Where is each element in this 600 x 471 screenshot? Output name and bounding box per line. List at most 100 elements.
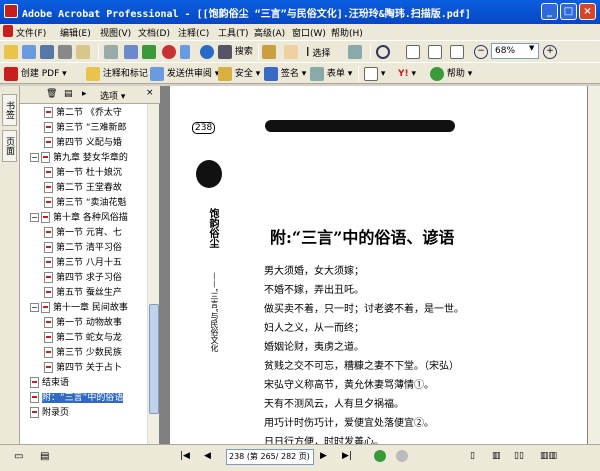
email-button[interactable] bbox=[76, 44, 90, 60]
trash-icon[interactable]: 🗑 bbox=[46, 89, 57, 99]
stop-button[interactable] bbox=[162, 44, 176, 60]
snapshot-button[interactable] bbox=[348, 44, 362, 60]
view-options-button[interactable]: ▾ bbox=[364, 66, 385, 82]
zoom-tool-button[interactable] bbox=[376, 44, 390, 60]
bookmark-item[interactable]: 第二节 清平习俗 bbox=[20, 241, 148, 256]
web-button[interactable] bbox=[200, 44, 214, 60]
scrollbar-thumb[interactable] bbox=[149, 304, 159, 414]
bookmark-item[interactable]: 第二节 《乔太守 bbox=[20, 106, 148, 121]
new-bookmark-icon[interactable]: ▤ bbox=[64, 89, 73, 99]
send-review-button[interactable]: 发送供审阅 ▾ bbox=[150, 66, 219, 82]
search-label: 搜索 bbox=[234, 47, 253, 57]
menu-comments[interactable]: 注释(C) bbox=[178, 26, 209, 39]
bookmark-item[interactable]: 第一节 动物故事 bbox=[20, 316, 148, 331]
bookmark-item[interactable]: 附录页 bbox=[20, 406, 148, 421]
open-button[interactable] bbox=[4, 44, 18, 60]
bookmark-item[interactable]: 结束语 bbox=[20, 376, 148, 391]
save-button[interactable] bbox=[40, 44, 54, 60]
expand-bookmark-icon[interactable]: ▸ bbox=[82, 89, 87, 99]
zoom-in-button[interactable]: + bbox=[543, 44, 557, 60]
close-panel-button[interactable]: × bbox=[146, 88, 154, 98]
document-menu-icon[interactable] bbox=[3, 25, 13, 37]
capture-button[interactable] bbox=[142, 44, 156, 60]
bookmark-item[interactable]: 附：“三言”中的俗语 bbox=[20, 391, 148, 406]
help-icon bbox=[430, 66, 444, 81]
search-button[interactable]: 搜索 bbox=[218, 44, 253, 60]
single-page-icon[interactable]: ▯ bbox=[470, 451, 475, 461]
signature-button[interactable] bbox=[262, 44, 276, 60]
tab-pages[interactable]: 页面 bbox=[2, 130, 17, 162]
go-back-button[interactable] bbox=[374, 450, 386, 462]
select-tool-button[interactable]: I 选择 bbox=[306, 44, 330, 60]
bookmark-item[interactable]: 第三节 少数民族 bbox=[20, 346, 148, 361]
bookmark-item[interactable]: 第三节 “卖油花魁 bbox=[20, 196, 148, 211]
bookmark-item[interactable]: − 第十章 各种风俗描 bbox=[20, 211, 148, 226]
menu-tools[interactable]: 工具(T) bbox=[218, 26, 249, 39]
collapse-toggle-icon[interactable]: − bbox=[30, 153, 39, 162]
sign-button[interactable]: 签名 ▾ bbox=[264, 66, 306, 82]
page-number-field[interactable]: 238 (第 265/ 282 页) bbox=[226, 449, 314, 465]
facing-icon[interactable]: ▯▯ bbox=[514, 451, 524, 461]
menu-edit[interactable]: 编辑(E) bbox=[60, 26, 91, 39]
previous-page-button[interactable]: ◀ bbox=[204, 451, 211, 461]
acrobat-app-icon[interactable] bbox=[4, 4, 18, 18]
go-forward-button[interactable] bbox=[396, 450, 408, 462]
layout-icon[interactable]: ▤ bbox=[40, 451, 49, 462]
bookmarks-scrollbar[interactable] bbox=[147, 104, 159, 444]
continuous-icon[interactable]: ▥ bbox=[492, 451, 501, 461]
continuous-facing-icon[interactable]: ▥▥ bbox=[540, 451, 557, 461]
bookmark-label: 第九章 婪女华章的 bbox=[53, 153, 128, 163]
yahoo-toolbar-button[interactable]: Y! ▾ bbox=[398, 66, 416, 82]
bookmark-item[interactable]: − 第十一章 民间故事 bbox=[20, 301, 148, 316]
fit-width-button[interactable] bbox=[450, 44, 464, 60]
attach-button[interactable] bbox=[104, 44, 118, 60]
organizer-button[interactable] bbox=[22, 44, 36, 60]
menu-file[interactable]: 文件(F) bbox=[16, 26, 46, 39]
document-scrollbar[interactable] bbox=[588, 86, 600, 444]
camera-icon bbox=[142, 44, 156, 59]
page-size-icon[interactable]: ▭ bbox=[14, 451, 23, 462]
menu-view[interactable]: 视图(V) bbox=[100, 26, 131, 39]
close-button[interactable]: × bbox=[579, 3, 596, 20]
hand-tool-button[interactable] bbox=[284, 44, 298, 60]
help-button[interactable]: 帮助 ▾ bbox=[430, 66, 472, 82]
forms-button[interactable]: 表单 ▾ bbox=[310, 66, 352, 82]
secure-button[interactable]: 安全 ▾ bbox=[218, 66, 260, 82]
bookmark-item[interactable]: 第四节 义配与婚 bbox=[20, 136, 148, 151]
minimize-button[interactable]: _ bbox=[541, 3, 558, 20]
menu-document[interactable]: 文档(D) bbox=[138, 26, 170, 39]
menu-help[interactable]: 帮助(H) bbox=[331, 26, 363, 39]
create-pdf-button[interactable]: 创建 PDF ▾ bbox=[4, 66, 67, 82]
actual-size-button[interactable] bbox=[406, 44, 420, 60]
bookmark-item[interactable]: 第一节 杜十娘沉 bbox=[20, 166, 148, 181]
collapse-toggle-icon[interactable]: − bbox=[30, 213, 39, 222]
menu-advanced[interactable]: 高级(A) bbox=[254, 26, 285, 39]
bookmark-item[interactable]: 第二节 王堂春故 bbox=[20, 181, 148, 196]
bookmark-item[interactable]: 第一节 元宵、七 bbox=[20, 226, 148, 241]
zoom-dropdown-icon[interactable]: ▼ bbox=[529, 44, 534, 52]
bookmark-item[interactable]: 第二节 蛇女与龙 bbox=[20, 331, 148, 346]
bookmark-item[interactable]: 第四节 求子习俗 bbox=[20, 271, 148, 286]
comment-markup-label: 注释和标记 bbox=[102, 69, 148, 79]
form-icon bbox=[310, 66, 324, 81]
picture-tasks-button[interactable] bbox=[180, 44, 190, 60]
maximize-button[interactable]: □ bbox=[560, 3, 577, 20]
bookmark-item[interactable]: − 第九章 婪女华章的 bbox=[20, 151, 148, 166]
print-button[interactable] bbox=[58, 44, 72, 60]
bookmark-item[interactable]: 第四节 关于占卜 bbox=[20, 361, 148, 376]
menu-window[interactable]: 窗口(W) bbox=[292, 26, 326, 39]
fit-page-button[interactable] bbox=[428, 44, 442, 60]
bookmark-item[interactable]: 第三节 “三难新郎 bbox=[20, 121, 148, 136]
pen-button[interactable] bbox=[124, 44, 138, 60]
last-page-button[interactable]: ▶| bbox=[342, 451, 352, 461]
first-page-button[interactable]: |◀ bbox=[180, 451, 190, 461]
zoom-out-button[interactable]: − bbox=[474, 44, 488, 60]
comment-markup-button[interactable]: 注释和标记 ▾ bbox=[86, 66, 155, 82]
options-button[interactable]: 选项 ▾ bbox=[100, 89, 125, 102]
toolbar-separator bbox=[370, 44, 371, 60]
tab-bookmarks[interactable]: 书签 bbox=[2, 94, 17, 126]
bookmark-item[interactable]: 第五节 蚕丝生产 bbox=[20, 286, 148, 301]
bookmark-item[interactable]: 第三节 八月十五 bbox=[20, 256, 148, 271]
collapse-toggle-icon[interactable]: − bbox=[30, 303, 39, 312]
next-page-button[interactable]: ▶ bbox=[320, 451, 327, 461]
